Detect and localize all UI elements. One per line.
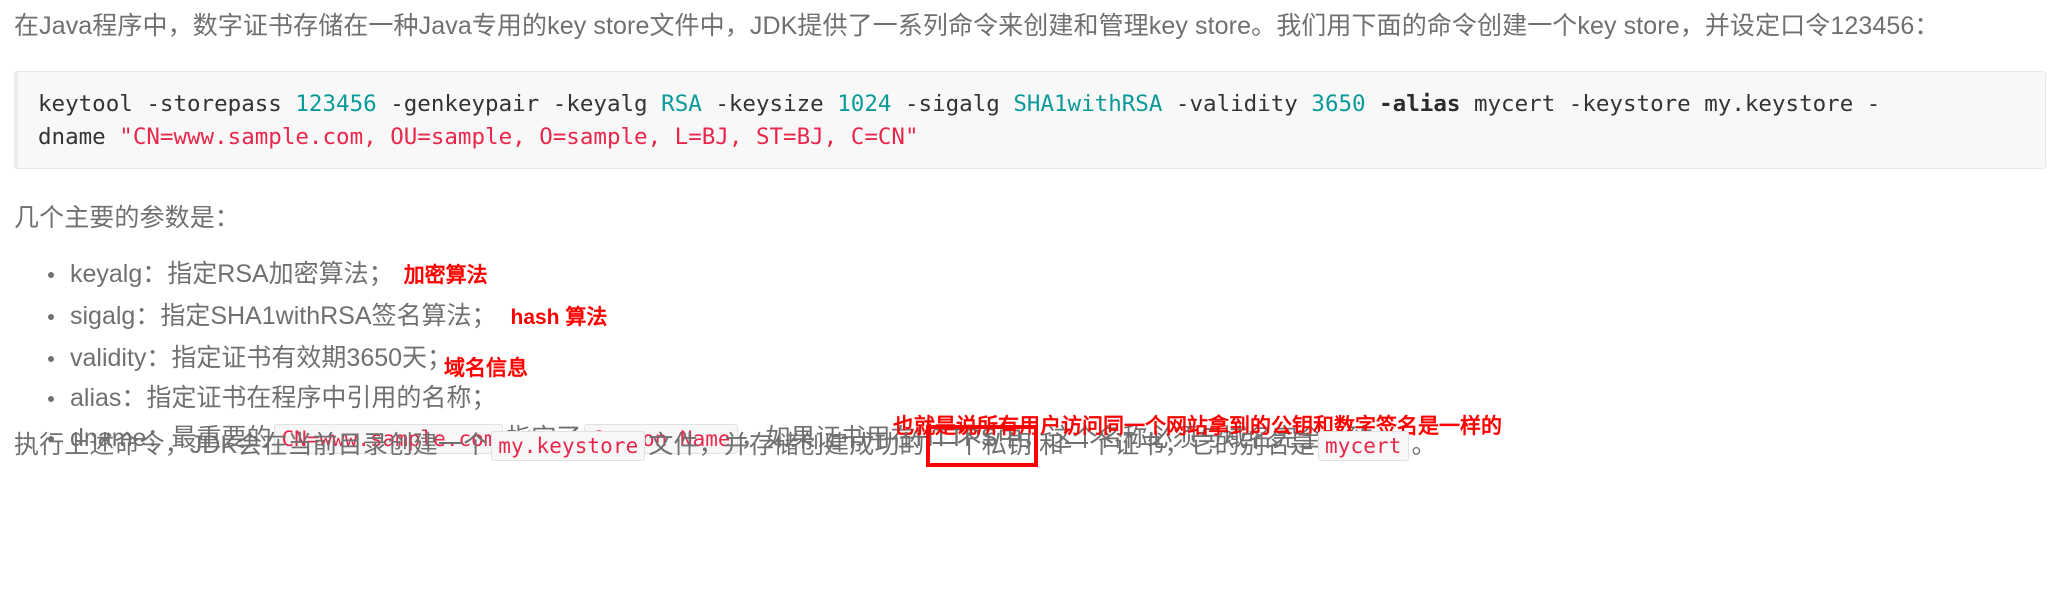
closing-text-4: 。 [1411, 431, 1437, 459]
code-token-password: 123456 [295, 91, 377, 117]
code-token-keysize-value: 1024 [837, 91, 892, 117]
closing-text-1: 执行上述命令，JDK会在当前目录创建一个 [14, 431, 489, 459]
code-token-keysize-flag: -keysize [701, 91, 838, 117]
code-token-validity-flag: -validity [1162, 91, 1312, 117]
param-label: sigalg： [70, 302, 161, 330]
list-item: keyalg：指定RSA加密算法； 加密算法 [48, 255, 2044, 295]
code-token-alias-flag: -alias [1379, 91, 1461, 117]
code-token-keyalg-value: RSA [661, 91, 702, 117]
param-label: alias： [70, 384, 147, 412]
inline-code-mycert[interactable]: mycert [1318, 431, 1409, 461]
param-label: keyalg： [70, 260, 168, 288]
param-desc: 指定证书有效期3650天； [171, 344, 453, 372]
code-token-validity-value: 3650 [1311, 91, 1366, 117]
closing-text-3: 和一个证书，它的别名是 [1038, 431, 1316, 459]
param-desc: 指定证书在程序中引用的名称； [146, 384, 497, 412]
inline-code-keystore[interactable]: my.keystore [491, 431, 646, 461]
closing-text-2: 文件，并存储创建成功的 [648, 431, 925, 459]
intro-paragraph: 在Java程序中，数字证书存储在一种Java专用的key store文件中，JD… [14, 12, 1940, 40]
code-token-dname-flag: dname [38, 124, 120, 150]
annotation-keyalg: 加密算法 [403, 264, 488, 287]
param-desc: 指定SHA1withRSA签名算法； [160, 302, 497, 330]
code-token-command: keytool -storepass [38, 91, 296, 117]
param-desc: 指定RSA加密算法； [167, 260, 394, 288]
code-token-genkeypair: -genkeypair -keyalg [376, 91, 662, 117]
article-content: 在Java程序中，数字证书存储在一种Java专用的key store文件中，JD… [0, 0, 2058, 614]
closing-paragraph: 执行上述命令，JDK会在当前目录创建一个 my.keystore 文件，并存储创建成… [14, 425, 2044, 467]
code-token-sigalg-value: SHA1withRSA [1013, 91, 1163, 117]
code-block[interactable]: keytool -storepass 123456 -genkeypair -k… [14, 71, 2046, 169]
code-token-sigalg-flag: -sigalg [891, 91, 1014, 117]
highlight-box-private-key: 一个私钥 [925, 425, 1038, 467]
code-block-content: keytool -storepass 123456 -genkeypair -k… [38, 88, 2027, 154]
param-label: validity： [70, 344, 172, 372]
annotation-sigalg: hash 算法 [510, 306, 608, 329]
list-item: sigalg：指定SHA1withRSA签名算法； hash 算法 [48, 297, 2044, 337]
code-token-dname-value: "CN=www.sample.com, OU=sample, O=sample,… [119, 124, 919, 150]
params-heading: 几个主要的参数是： [14, 204, 240, 232]
list-item: validity：指定证书有效期3650天； [48, 339, 2044, 377]
code-token-tail: mycert -keystore my.keystore - [1460, 91, 1881, 117]
annotation-domain-info: 域名信息 [444, 357, 528, 380]
